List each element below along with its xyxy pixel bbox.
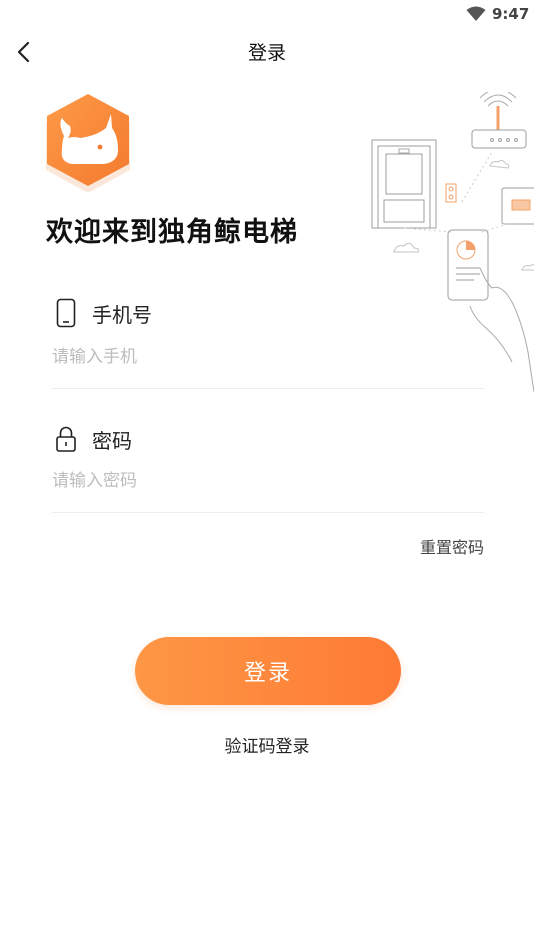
narwhal-logo-icon <box>46 94 130 192</box>
page-title: 登录 <box>247 42 286 64</box>
password-label-text: 密码 <box>92 428 132 453</box>
phone-label: 手机号 <box>54 298 152 328</box>
password-divider <box>52 512 484 513</box>
wifi-icon <box>466 6 486 21</box>
welcome-heading: 欢迎来到独角鲸电梯 <box>46 217 298 248</box>
lock-icon <box>56 426 76 452</box>
password-input[interactable] <box>52 464 484 498</box>
status-bar: 9:47 <box>0 0 534 28</box>
cloud-icon <box>393 159 534 271</box>
elevator-door-icon <box>371 139 437 229</box>
elevator-button-icon <box>445 183 457 203</box>
monitor-icon <box>501 187 534 225</box>
phone-divider <box>52 388 484 389</box>
phone-icon <box>56 298 76 328</box>
login-button[interactable]: 登录 <box>135 637 401 705</box>
password-label: 密码 <box>54 424 132 454</box>
phone-label-text: 手机号 <box>92 302 152 327</box>
sms-code-login-link[interactable]: 验证码登录 <box>0 732 534 757</box>
router-icon <box>471 92 527 149</box>
phone-input[interactable] <box>52 340 484 374</box>
reset-password-link[interactable]: 重置密码 <box>420 534 484 558</box>
nav-bar: 登录 <box>0 28 534 74</box>
status-time: 9:47 <box>492 5 530 23</box>
